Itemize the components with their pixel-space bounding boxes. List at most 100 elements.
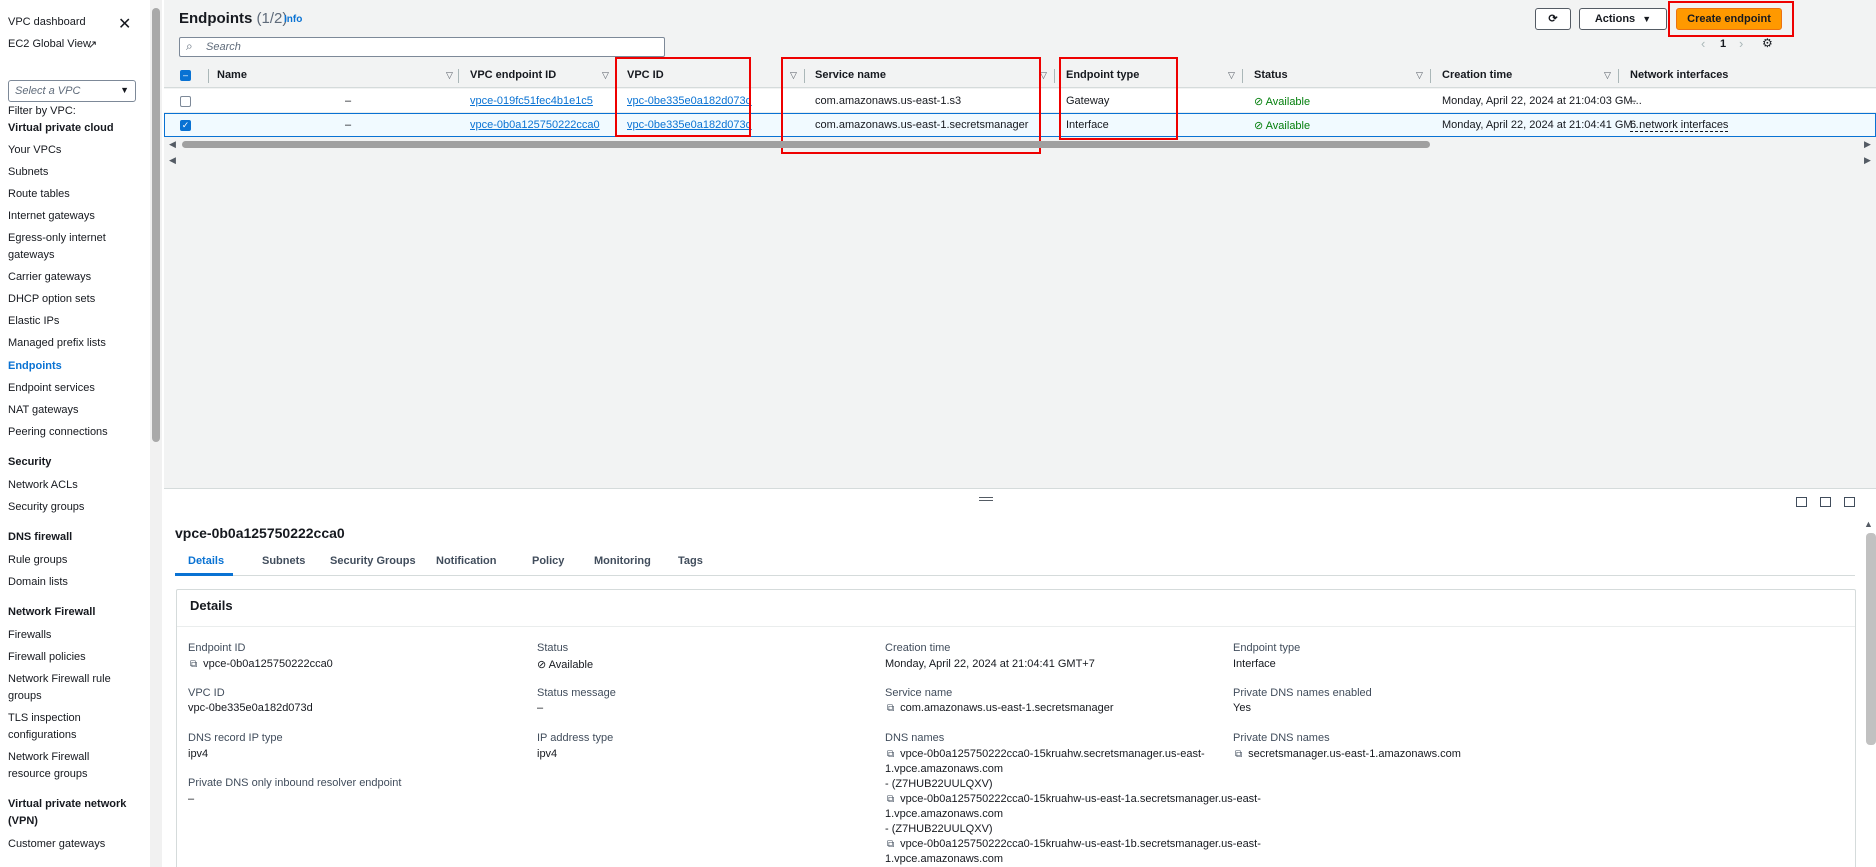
filter-icon[interactable]: ▽ xyxy=(790,70,797,81)
info-link[interactable]: Info xyxy=(284,14,302,25)
dns-name-line: - (Z7HUB22UULQXV) xyxy=(885,778,993,790)
column-endpoint-id[interactable]: VPC endpoint ID xyxy=(470,69,556,81)
tab-monitoring[interactable]: Monitoring xyxy=(594,555,651,567)
sidebar-item-elastic-ips[interactable]: Elastic IPs xyxy=(8,315,59,327)
sidebar-item-rule-groups[interactable]: Rule groups xyxy=(8,554,67,566)
sidebar-item-domain-lists[interactable]: Domain lists xyxy=(8,576,68,588)
panel-position-side-icon[interactable] xyxy=(1820,497,1831,507)
column-vpc-id[interactable]: VPC ID xyxy=(627,69,664,81)
tab-tags[interactable]: Tags xyxy=(678,555,703,567)
sidebar-item-carrier-gateways[interactable]: Carrier gateways xyxy=(8,271,91,283)
copy-icon[interactable]: ⧉ xyxy=(887,839,894,850)
filter-icon[interactable]: ▽ xyxy=(602,70,609,81)
sidebar-item-firewalls[interactable]: Firewalls xyxy=(8,629,51,641)
filter-icon[interactable]: ▽ xyxy=(1040,70,1047,81)
scroll-left-icon[interactable]: ◀ xyxy=(169,139,176,150)
copy-icon[interactable]: ⧉ xyxy=(190,659,197,670)
copy-icon[interactable]: ⧉ xyxy=(887,703,894,714)
row-checkbox-checked[interactable]: ✓ xyxy=(180,120,191,131)
column-network-interfaces[interactable]: Network interfaces xyxy=(1630,69,1728,81)
sidebar-item-security-groups[interactable]: Security groups xyxy=(8,501,84,513)
sidebar-item-configurations[interactable]: configurations xyxy=(8,729,77,741)
scroll-left-icon-2[interactable]: ◀ xyxy=(169,155,176,166)
cell-endpoint-id-link[interactable]: vpce-0b0a125750222cca0 xyxy=(470,119,600,131)
column-creation-time[interactable]: Creation time xyxy=(1442,69,1512,81)
search-input[interactable]: ⌕ Search xyxy=(179,37,665,57)
sidebar-item-ec2-global-view[interactable]: EC2 Global View xyxy=(8,38,91,50)
sidebar-item-network-firewall-rule[interactable]: Network Firewall rule xyxy=(8,673,111,685)
sidebar-item-resource-groups[interactable]: resource groups xyxy=(8,768,88,780)
page-number[interactable]: 1 xyxy=(1720,38,1726,50)
panel-maximize-icon[interactable] xyxy=(1844,497,1855,507)
filter-icon[interactable]: ▽ xyxy=(1604,70,1611,81)
column-status[interactable]: Status xyxy=(1254,69,1288,81)
scroll-right-icon[interactable]: ▶ xyxy=(1864,139,1871,150)
sidebar-item-firewall-policies[interactable]: Firewall policies xyxy=(8,651,86,663)
sidebar-item-groups[interactable]: groups xyxy=(8,690,42,702)
table-row[interactable]: ✓ – vpce-0b0a125750222cca0 vpc-0be335e0a… xyxy=(164,113,1876,137)
column-name[interactable]: Name xyxy=(217,69,247,81)
cell-vpc-id-link[interactable]: vpc-0be335e0a182d073d xyxy=(627,95,752,107)
sidebar-section-virtual-private-network[interactable]: Virtual private network xyxy=(8,798,126,810)
tab-notification[interactable]: Notification xyxy=(436,555,497,567)
status-message-value: – xyxy=(537,702,544,714)
sidebar-item-egress-only-internet[interactable]: Egress-only internet xyxy=(8,232,106,244)
cell-endpoint-id-link[interactable]: vpce-019fc51fec4b1e1c5 xyxy=(470,95,593,107)
next-page-icon[interactable]: › xyxy=(1739,36,1743,51)
refresh-button[interactable]: ⟳ xyxy=(1535,8,1571,30)
sidebar-item-peering-connections[interactable]: Peering connections xyxy=(8,426,108,438)
sidebar-item-dhcp-option-sets[interactable]: DHCP option sets xyxy=(8,293,95,305)
copy-icon[interactable]: ⧉ xyxy=(1235,749,1242,760)
column-service-name[interactable]: Service name xyxy=(815,69,886,81)
prev-page-icon[interactable]: ‹ xyxy=(1701,36,1705,51)
tab-subnets[interactable]: Subnets xyxy=(262,555,305,567)
row-checkbox[interactable] xyxy=(180,96,191,107)
filter-icon[interactable]: ▽ xyxy=(1416,70,1423,81)
column-endpoint-type[interactable]: Endpoint type xyxy=(1066,69,1139,81)
sidebar-item-gateways[interactable]: gateways xyxy=(8,249,54,261)
sidebar-section-security[interactable]: Security xyxy=(8,456,51,468)
sidebar-item-managed-prefix-lists[interactable]: Managed prefix lists xyxy=(8,337,106,349)
sidebar-item-endpoints[interactable]: Endpoints xyxy=(8,360,62,372)
sidebar-item-tls-inspection[interactable]: TLS inspection xyxy=(8,712,81,724)
vpc-filter-select[interactable]: Select a VPC ▼ xyxy=(8,80,136,102)
sidebar-section-virtual-private-cloud[interactable]: Virtual private cloud xyxy=(8,122,114,134)
sidebar-item-network-acls[interactable]: Network ACLs xyxy=(8,479,78,491)
actions-button[interactable]: Actions ▼ xyxy=(1579,8,1667,30)
sidebar-section-network-firewall[interactable]: Network Firewall xyxy=(8,606,95,618)
resize-handle-icon[interactable] xyxy=(979,497,993,501)
sidebar-item--vpn-[interactable]: (VPN) xyxy=(8,815,38,827)
close-icon[interactable]: ✕ xyxy=(118,14,131,34)
panel-vertical-scrollbar[interactable] xyxy=(1866,533,1876,745)
scroll-up-icon[interactable]: ▲ xyxy=(1864,519,1873,529)
sidebar-item-your-vpcs[interactable]: Your VPCs xyxy=(8,144,61,156)
select-all-checkbox[interactable]: – xyxy=(180,70,191,81)
cell-vpc-id-link[interactable]: vpc-0be335e0a182d073d xyxy=(627,119,752,131)
panel-position-bottom-icon[interactable] xyxy=(1796,497,1807,507)
tab-policy[interactable]: Policy xyxy=(532,555,564,567)
cell-network-interfaces-link[interactable]: 6 network interfaces xyxy=(1630,119,1729,132)
scroll-right-icon-2[interactable]: ▶ xyxy=(1864,155,1871,166)
vpc-id-link[interactable]: vpc-0be335e0a182d073d xyxy=(188,702,313,714)
tab-security-groups[interactable]: Security Groups xyxy=(330,555,416,567)
sidebar-scrollbar[interactable] xyxy=(152,8,160,442)
sidebar-item-nat-gateways[interactable]: NAT gateways xyxy=(8,404,79,416)
table-horizontal-scrollbar[interactable] xyxy=(182,141,1430,148)
filter-icon[interactable]: ▽ xyxy=(446,70,453,81)
sidebar-item-internet-gateways[interactable]: Internet gateways xyxy=(8,210,95,222)
refresh-icon: ⟳ xyxy=(1548,13,1558,25)
sidebar-section-dns-firewall[interactable]: DNS firewall xyxy=(8,531,72,543)
create-endpoint-button[interactable]: Create endpoint xyxy=(1676,8,1782,30)
sidebar-item-route-tables[interactable]: Route tables xyxy=(8,188,70,200)
copy-icon[interactable]: ⧉ xyxy=(887,794,894,805)
copy-icon[interactable]: ⧉ xyxy=(887,749,894,760)
sidebar-item-subnets[interactable]: Subnets xyxy=(8,166,48,178)
sidebar-item-endpoint-services[interactable]: Endpoint services xyxy=(8,382,95,394)
settings-gear-icon[interactable]: ⚙ xyxy=(1762,36,1773,50)
sidebar-item-customer-gateways[interactable]: Customer gateways xyxy=(8,838,105,850)
tab-details[interactable]: Details xyxy=(188,555,224,567)
table-row[interactable]: – vpce-019fc51fec4b1e1c5 vpc-0be335e0a18… xyxy=(164,89,1876,113)
filter-icon[interactable]: ▽ xyxy=(1228,70,1235,81)
sidebar-item-vpc-dashboard[interactable]: VPC dashboard xyxy=(8,16,86,28)
sidebar-item-network-firewall[interactable]: Network Firewall xyxy=(8,751,89,763)
